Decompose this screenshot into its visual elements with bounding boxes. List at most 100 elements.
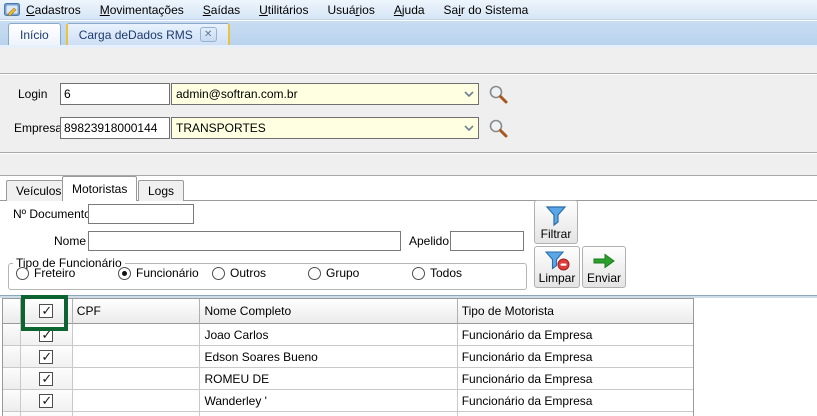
menu-items: Cadastros Movimentações Saídas Utilitários U… (26, 3, 528, 17)
row-checkbox[interactable] (39, 349, 54, 365)
limpar-label: Limpar (538, 271, 576, 285)
cell-nome[interactable]: Edson Soares Bueno (200, 346, 458, 368)
tab-carga-dedados-rms[interactable]: Carga deDados RMS ✕ (65, 23, 230, 45)
radio-todos[interactable]: Todos (412, 266, 462, 280)
search-icon (489, 85, 508, 104)
radio-label: Grupo (326, 266, 360, 280)
main-panel: Veículos Motoristas Logs Nº Documento No… (0, 176, 817, 416)
tab-logs[interactable]: Logs (138, 180, 185, 201)
tab-inicio-label: Início (20, 27, 49, 42)
empresa-combo[interactable]: TRANSPORTES (171, 117, 479, 139)
menu-bar: Cadastros Movimentações Saídas Utilitários U… (0, 0, 817, 20)
cell-cpf[interactable] (72, 412, 201, 416)
radio-label: Outros (230, 266, 267, 280)
radio-dot (412, 266, 425, 280)
enviar-label: Enviar (586, 271, 621, 285)
limpar-button[interactable]: Limpar (534, 246, 580, 288)
menu-item-cadastros[interactable]: Cadastros (26, 3, 81, 17)
tab-motoristas[interactable]: Motoristas (62, 176, 138, 201)
table-row[interactable] (3, 412, 693, 416)
tab-inicio[interactable]: Início (8, 23, 61, 45)
row-indicator[interactable] (3, 412, 21, 416)
cell-cpf[interactable] (72, 346, 201, 368)
menu-item-movimentações[interactable]: Movimentações (100, 3, 184, 17)
nome-label: Nome (54, 234, 87, 248)
clear-filter-icon (544, 251, 570, 271)
login-search-button[interactable] (486, 83, 510, 105)
table-body: Joao CarlosFuncionário da EmpresaEdson S… (3, 324, 693, 416)
cell-tipo[interactable]: Funcionário da Empresa (457, 324, 693, 346)
radio-label: Todos (430, 266, 463, 280)
header-cpf[interactable]: CPF (72, 299, 201, 324)
documento-label: Nº Documento (13, 207, 91, 221)
cell-nome[interactable] (200, 412, 458, 416)
cell-nome[interactable]: Joao Carlos (200, 324, 458, 346)
table-row[interactable]: Edson Soares BuenoFuncionário da Empresa (3, 346, 693, 368)
enviar-button[interactable]: Enviar (582, 246, 626, 288)
login-code-input[interactable] (60, 83, 170, 105)
empresa-label: Empresa (14, 121, 63, 135)
table-row[interactable]: ROMEU DEFuncionário da Empresa (3, 368, 693, 390)
app-icon (4, 2, 20, 16)
cell-tipo[interactable]: Funcionário da Empresa (457, 346, 693, 368)
row-checkbox-cell[interactable] (20, 412, 73, 416)
radio-dot (16, 266, 29, 280)
cell-nome[interactable]: Wanderley ' (200, 390, 458, 412)
header-checkbox-cell[interactable] (20, 299, 73, 324)
tab-veiculos-label: Veículos (16, 184, 62, 198)
cell-tipo[interactable]: Funcionário da Empresa (457, 390, 693, 412)
row-indicator[interactable] (3, 390, 21, 412)
row-checkbox-cell[interactable] (20, 346, 73, 368)
row-checkbox[interactable] (39, 393, 54, 409)
separator-strip (0, 154, 817, 176)
cell-cpf[interactable] (72, 324, 201, 346)
radio-freteiro[interactable]: Freteiro (16, 266, 75, 280)
row-checkbox-cell[interactable] (20, 390, 73, 412)
login-combo[interactable]: admin@softran.com.br (171, 83, 479, 105)
table-row[interactable]: Wanderley 'Funcionário da Empresa (3, 390, 693, 412)
grid-header: CPF Nome Completo Tipo de Motorista (3, 299, 693, 324)
row-checkbox[interactable] (39, 371, 54, 387)
radio-grupo[interactable]: Grupo (308, 266, 359, 280)
cell-tipo[interactable]: Funcionário da Empresa (457, 368, 693, 390)
radio-funcionário[interactable]: Funcionário (118, 266, 199, 280)
radio-outros[interactable]: Outros (212, 266, 266, 280)
nome-input[interactable] (88, 231, 401, 251)
row-indicator[interactable] (3, 324, 21, 346)
tab-close-icon[interactable]: ✕ (199, 27, 217, 42)
app-window: Cadastros Movimentações Saídas Utilitários U… (0, 0, 817, 416)
motoristas-grid: CPF Nome Completo Tipo de Motorista Joao… (2, 298, 694, 416)
menu-item-utilitários[interactable]: Utilitários (259, 3, 308, 17)
filtrar-label: Filtrar (540, 227, 572, 241)
radio-dot (308, 266, 321, 280)
apelido-input[interactable] (450, 231, 524, 251)
header-tipo[interactable]: Tipo de Motorista (457, 299, 693, 324)
cell-cpf[interactable] (72, 368, 201, 390)
empresa-search-button[interactable] (486, 117, 510, 139)
documento-input[interactable] (88, 204, 194, 224)
radio-label: Freteiro (34, 266, 76, 280)
row-checkbox-cell[interactable] (20, 324, 73, 346)
menu-item-ajuda[interactable]: Ajuda (394, 3, 425, 17)
cell-nome[interactable]: ROMEU DE (200, 368, 458, 390)
chevron-down-icon[interactable] (460, 118, 478, 138)
filtrar-button[interactable]: Filtrar (534, 200, 578, 244)
menu-item-saídas[interactable]: Saídas (203, 3, 240, 17)
row-indicator[interactable] (3, 346, 21, 368)
menu-item-usuários[interactable]: Usuários (327, 3, 374, 17)
empresa-code-input[interactable] (60, 117, 170, 139)
menu-item-sair-do-sistema[interactable]: Sair do Sistema (444, 3, 529, 17)
row-checkbox[interactable] (39, 327, 54, 343)
row-indicator[interactable] (3, 368, 21, 390)
radio-label: Funcionário (136, 266, 199, 280)
table-row[interactable]: Joao CarlosFuncionário da Empresa (3, 324, 693, 346)
row-checkbox-cell[interactable] (20, 368, 73, 390)
cell-tipo[interactable] (457, 412, 693, 416)
cell-cpf[interactable] (72, 390, 201, 412)
chevron-down-icon[interactable] (460, 84, 478, 104)
toolbar-strip (0, 48, 817, 74)
tab-motoristas-label: Motoristas (72, 182, 128, 196)
header-nome[interactable]: Nome Completo (200, 299, 458, 324)
tab-bar: Início Carga deDados RMS ✕ (0, 21, 817, 48)
header-checkbox[interactable] (39, 303, 54, 319)
